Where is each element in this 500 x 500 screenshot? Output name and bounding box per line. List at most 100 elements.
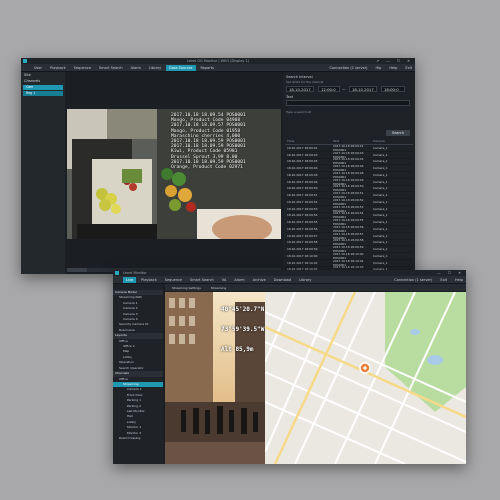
w2-tab-va[interactable]: VA [219,277,230,283]
title-bar: Lenel OG Monitor | WEG (Display 1) ↗ — ☐… [21,58,415,64]
range-separator: — [342,87,346,91]
window-controls[interactable]: ↗ — ☐ ✕ [376,58,413,64]
osd-line: 2017.10.18 18.09.57 POS0001 [171,123,246,129]
search-hint: Type a search str [286,110,312,114]
search-window: Lenel OG Monitor | WEG (Display 1) ↗ — ☐… [21,58,415,274]
search-button[interactable]: Search [386,130,410,136]
w1-right-exit[interactable]: Exit [402,65,415,71]
table-cell: 18.10.2017 18:09:51 [287,193,318,198]
table-cell: 18.10.2017 18:09:59 [287,247,318,252]
w2-right-connection-1-server-[interactable]: Connection (1 server) [391,277,435,283]
table-cell: Camera_1 [373,172,388,177]
w2-tab-playback[interactable]: Playback [138,277,160,283]
street-camera-video[interactable]: 40°45'20.7"N 73°59'39.5"W Alt 85,9m [165,292,265,464]
table-cell: Camera_1 [373,260,388,265]
w1-tab-smart-search[interactable]: Smart Search [96,65,126,71]
camera-video[interactable]: 2017.10.18 18.09.54 POS0001 Mango, Produc… [67,109,281,239]
w1-right-help[interactable]: Help [386,65,400,71]
sidebar: Site Channels Cam Reg 1 [21,72,65,274]
table-cell: 18.10.2017 18:09:46 [287,166,318,171]
table-cell: 18.10.2017 18:09:55 [287,220,318,225]
col-text-header[interactable]: Text [333,139,373,143]
app-logo-icon-2 [115,271,119,275]
table-cell: Camera_1 [373,179,388,184]
table-cell: 18.10.2017 18:09:48 [287,172,318,177]
from-date-input[interactable]: 18.10.2017 [286,86,314,92]
view-subtabs: Streaming Settings Streaming [165,284,466,291]
street-map-image [265,292,466,464]
table-cell: 18.10.2017 18:09:52 [287,199,318,204]
col-camera-header[interactable]: Camera [373,139,403,143]
search-interval-title: Search Interval [286,75,313,79]
w1-tab-reports[interactable]: Reports [198,65,217,71]
w1-right-connection-1-server-[interactable]: Connection (1 server) [326,65,370,71]
main-toolbar-2: Live Playback Sequence Smart Search VA Alarm A… [113,276,466,284]
longitude-readout: 73°59'39.5"W [221,325,265,333]
osd-line: Kiwi, Product Code 05981 [171,149,238,155]
w2-tab-live[interactable]: Live [123,276,137,283]
w2-tab-sequence[interactable]: Sequence [162,277,185,283]
w1-tab-alarm[interactable]: Alarm [128,65,144,71]
table-cell: Camera_1 [373,166,388,171]
w1-tab-data-sources[interactable]: Data Sources [166,64,196,71]
results-body: 18.10.2017 18:09:41 2017.10.18 18:09:41 P… [285,144,413,274]
table-cell: Camera_1 [373,206,388,211]
text-label: Text [286,95,294,99]
latitude-readout: 40°45'20.7"N [221,306,265,314]
app-logo-icon [23,59,27,63]
live-window: Lenel Monitor — ☐ ✕ Live Playback Sequence… [113,270,466,464]
gps-overlay: 40°45'20.7"N 73°59'39.5"W Alt 85,9m [221,294,264,367]
table-cell: Camera_1 [373,193,388,198]
main-toolbar: User Playback Sequence Smart Search Alarm Lib… [21,64,415,72]
table-cell: Camera_1 [373,213,388,218]
w2-tab-archive[interactable]: Archive [250,277,269,283]
table-cell: 18.10.2017 18:09:45 [287,159,318,164]
osd-line: Orange, Product Code 02971 [171,165,243,171]
table-cell: 18.10.2017 18:09:54 [287,213,318,218]
table-cell: 18.10.2017 18:10:02 [287,260,318,265]
w1-tab-library[interactable]: Library [146,65,164,71]
to-date-input[interactable]: 18.10.2017 [349,86,377,92]
table-cell: Camera_1 [373,186,388,191]
text-search-input[interactable] [286,100,410,106]
table-cell: Camera_1 [373,233,388,238]
table-cell: 18.10.2017 18:09:49 [287,179,318,184]
subtab-streaming-settings[interactable]: Streaming Settings [169,285,204,291]
pos-text-overlay: 2017.10.18 18.09.54 POS0001 Mango, Produc… [171,113,246,170]
resource-tree: Camera Model Streaming Path Camera 1 Camera… [113,284,163,441]
sidebar-item-cam[interactable]: Cam [23,85,63,90]
table-cell: Camera_1 [373,240,388,245]
to-time-input[interactable]: 18:00:0 [381,86,405,92]
search-interval-subtitle: Set limits for the interval [286,80,324,84]
window-controls-2[interactable]: — ☐ ✕ [437,270,464,276]
w2-tab-library[interactable]: Library [296,277,314,283]
table-cell: Camera_1 [373,145,388,150]
w1-right-hlp[interactable]: Hlp [373,65,385,71]
table-cell: 18.10.2017 18:09:43 [287,152,318,157]
results-table: Time Text Camera 18.10.2017 18:09:41 2017… [285,138,413,274]
sidebar-item-reg[interactable]: Reg 1 [23,91,63,96]
map-marker-icon[interactable] [360,363,370,373]
table-cell: 18.10.2017 18:09:41 [287,145,318,150]
table-cell: 18.10.2017 18:09:57 [287,233,318,238]
w2-right-exit[interactable]: Exit [437,277,450,283]
w2-right-help[interactable]: Help [452,277,466,283]
table-cell: Camera_1 [373,159,388,164]
w1-tab-playback[interactable]: Playback [47,65,69,71]
tree-item[interactable]: Road Crossing [113,436,163,441]
resource-tree-panel: Camera Model Streaming Path Camera 1 Camera… [113,284,163,464]
table-cell: Camera_1 [373,152,388,157]
w1-tab-sequence[interactable]: Sequence [71,65,94,71]
w2-tab-download[interactable]: Download [271,277,294,283]
map-view[interactable] [265,292,466,464]
w1-tab-user[interactable]: User [31,65,45,71]
sidebar-channels-header: Channels [24,79,41,83]
from-time-input[interactable]: 12:00:0 [318,86,340,92]
w2-tab-alarm[interactable]: Alarm [231,277,247,283]
table-cell: Camera_1 [373,226,388,231]
col-time-header[interactable]: Time [285,139,333,143]
w2-tab-smart-search[interactable]: Smart Search [187,277,217,283]
table-cell: Camera_1 [373,253,388,258]
subtab-streaming[interactable]: Streaming [208,285,230,291]
table-cell: Camera_1 [373,247,388,252]
